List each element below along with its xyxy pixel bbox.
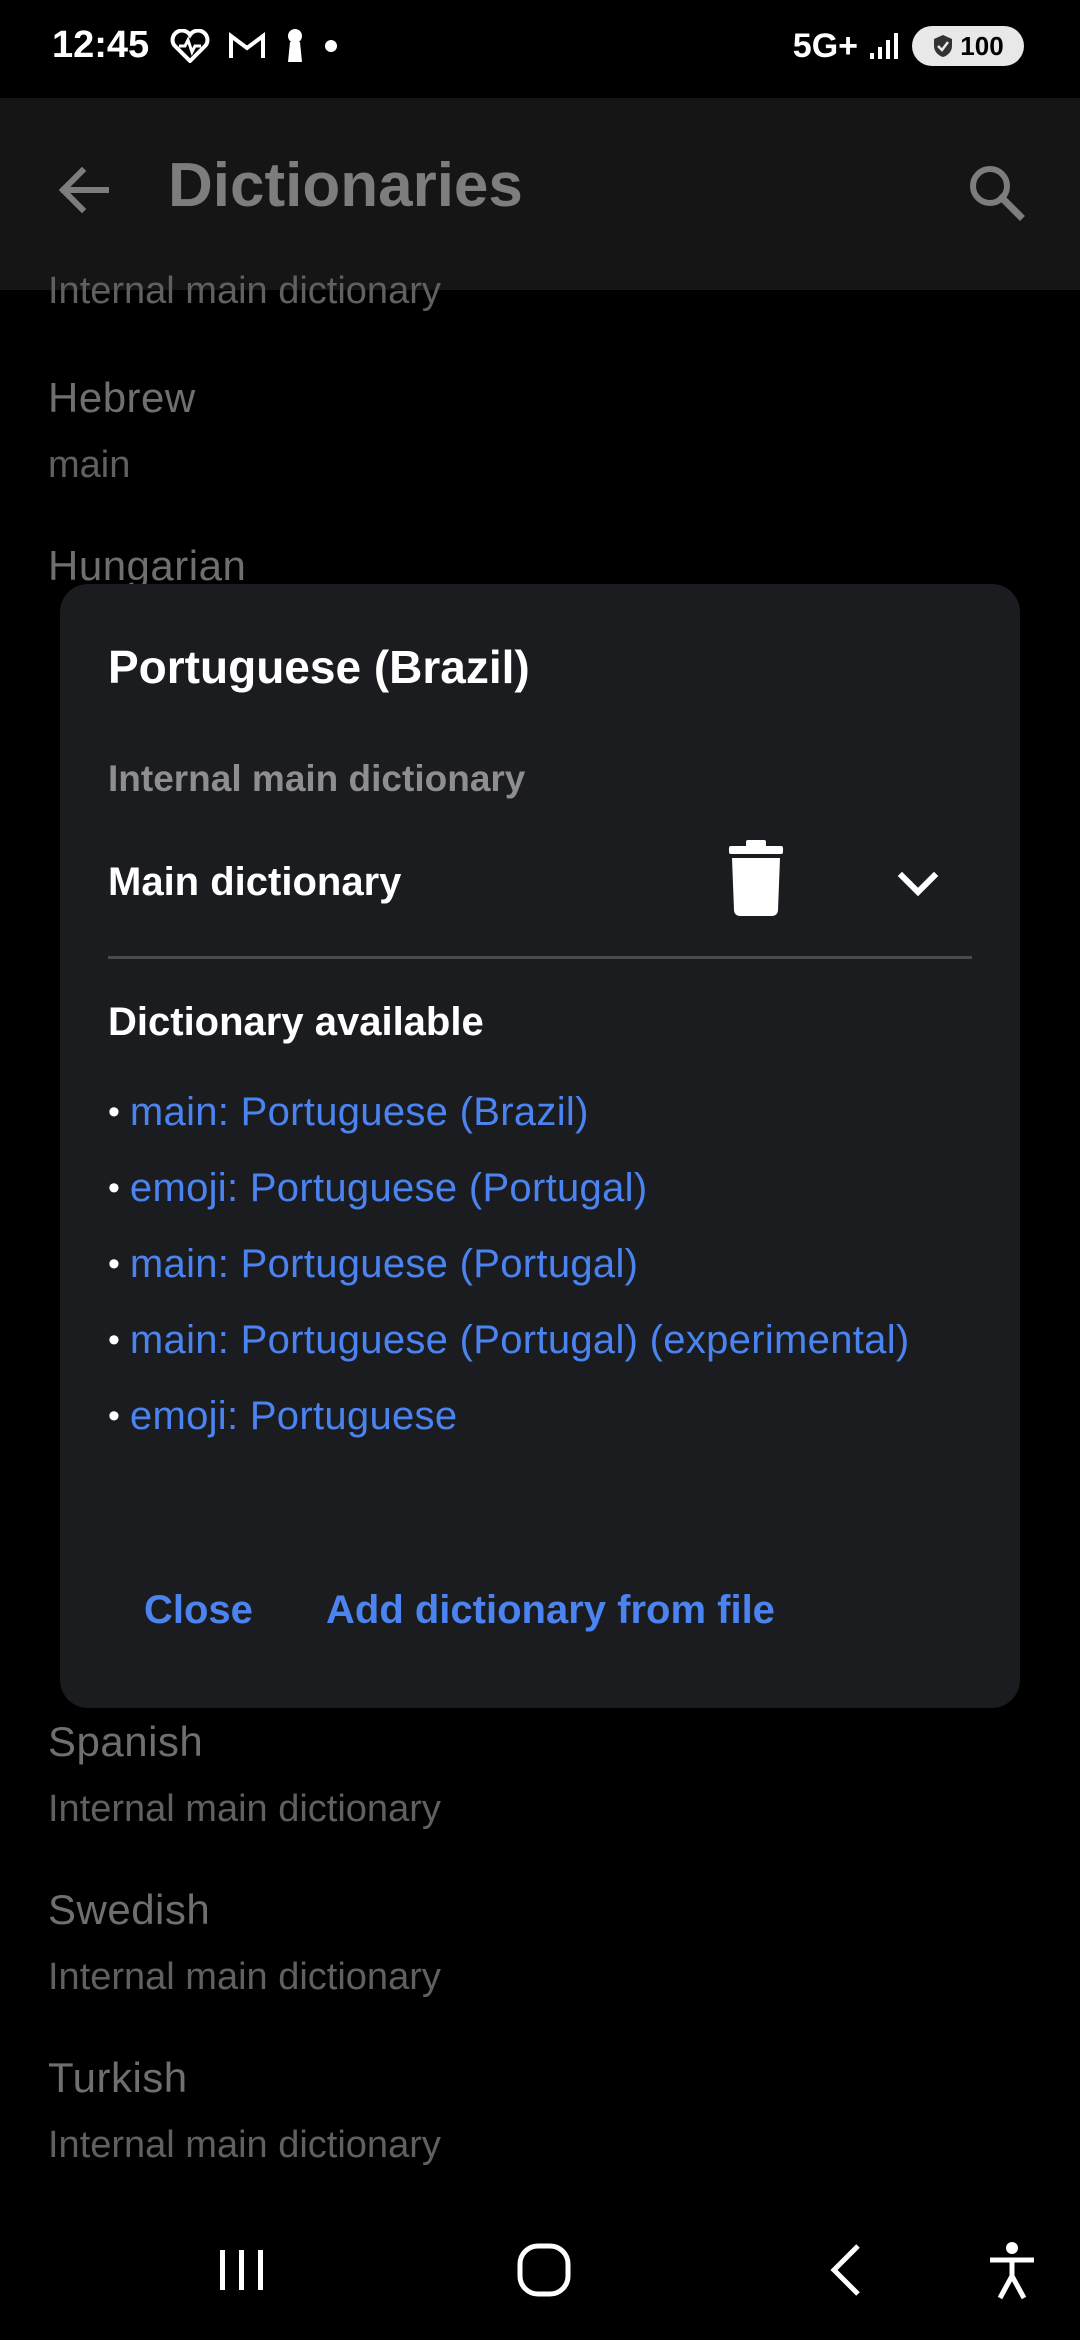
status-time: 12:45 [52,24,150,66]
gmail-icon [229,32,265,58]
dot-icon [325,40,337,52]
available-link[interactable]: main: Portuguese (Portugal) (experimenta… [130,1318,910,1363]
bullet: • [108,1320,120,1359]
recents-button[interactable] [212,2238,272,2307]
available-link[interactable]: main: Portuguese (Portugal) [130,1242,638,1287]
available-link[interactable]: emoji: Portuguese (Portugal) [130,1166,648,1211]
network-type: 5G+ [792,26,858,65]
trash-icon [729,840,783,916]
bullet: • [108,1244,120,1283]
available-item: • main: Portuguese (Portugal) [108,1226,988,1302]
bullet: • [108,1168,120,1207]
screen: 12:45 5G+ 100 Dictionaries Internal main… [0,0,1080,2340]
list-item-hebrew[interactable]: Hebrew main [48,374,196,487]
chevron-left-icon [830,2244,860,2296]
add-from-file-button[interactable]: Add dictionary from file [326,1582,775,1639]
installed-dictionary-row: Main dictionary [108,836,972,940]
page-title: Dictionaries [168,151,523,220]
search-button[interactable] [964,160,1028,224]
installed-dictionary-name: Main dictionary [108,860,402,904]
dialog-title: Portuguese (Brazil) [108,641,530,693]
available-item: • emoji: Portuguese (Portugal) [108,1150,988,1226]
list-item[interactable]: Internal main dictionary [48,270,441,313]
delete-dictionary-button[interactable] [726,836,786,920]
list-item-swedish[interactable]: Swedish Internal main dictionary [48,1886,441,1999]
available-item: • main: Portuguese (Brazil) [108,1074,988,1150]
available-item: • emoji: Portuguese [108,1378,988,1454]
available-link[interactable]: emoji: Portuguese [130,1394,458,1439]
search-icon [970,166,1025,221]
chevron-down-icon [897,871,939,897]
dictionary-dialog: Portuguese (Brazil) Internal main dictio… [60,584,1020,1708]
available-dictionaries: • main: Portuguese (Brazil) • emoji: Por… [108,1074,988,1454]
keyhole-icon [288,29,302,62]
recents-icon [220,2250,263,2290]
accessibility-icon [990,2242,1034,2300]
arrow-back-icon [58,166,109,214]
available-link[interactable]: main: Portuguese (Brazil) [130,1090,589,1135]
navigation-bar [0,2210,1080,2340]
bullet: • [108,1092,120,1131]
close-button[interactable]: Close [144,1582,253,1639]
shield-icon [934,35,953,57]
bullet: • [108,1396,120,1435]
list-item-turkish[interactable]: Turkish Internal main dictionary [48,2054,441,2167]
status-bar: 12:45 5G+ 100 [0,0,1080,98]
home-button[interactable] [512,2238,576,2307]
list-item-spanish[interactable]: Spanish Internal main dictionary [48,1718,441,1831]
battery-indicator: 100 [912,26,1024,66]
available-item: • main: Portuguese (Portugal) (experimen… [108,1302,988,1378]
app-bar: Dictionaries [0,98,1080,290]
divider [108,956,972,959]
back-button[interactable] [52,158,116,222]
nav-back-button[interactable] [820,2238,870,2307]
expand-button[interactable] [888,854,948,914]
status-right: 5G+ 100 [793,26,1024,66]
available-title: Dictionary available [108,1000,484,1044]
list-item-hungarian[interactable]: Hungarian [48,542,246,590]
home-icon [517,2243,571,2297]
heart-monitor-icon [170,29,210,63]
accessibility-button[interactable] [986,2238,1038,2307]
notification-icons [170,28,338,64]
section-label: Internal main dictionary [108,758,526,799]
battery-level: 100 [960,30,1004,61]
signal-icon [870,33,898,59]
